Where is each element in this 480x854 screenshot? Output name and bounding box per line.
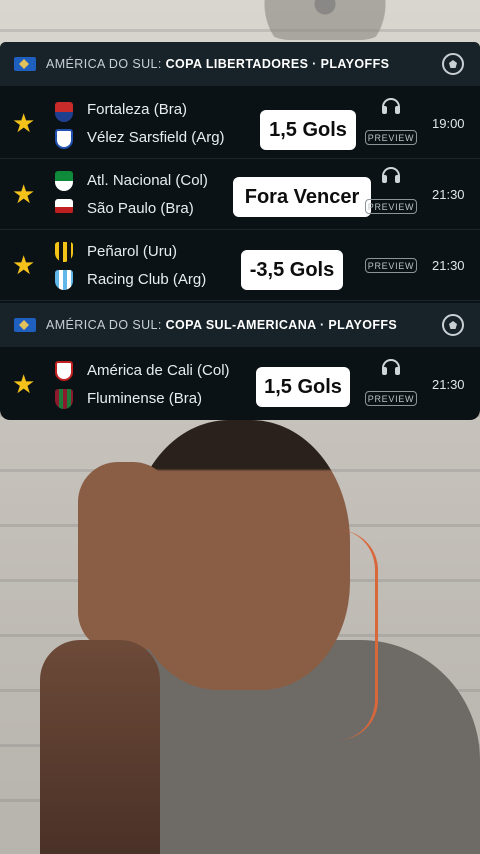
match-row[interactable]: ★ Atl. Nacional (Col) São Paulo (Bra) Fo… [0,159,480,230]
team-crest-icon [55,361,73,381]
star-icon[interactable]: ★ [12,110,35,136]
league-region: AMÉRICA DO SUL: [46,318,162,332]
home-team: Peñarol (Uru) [87,243,178,260]
league-header-libertadores[interactable]: AMÉRICA DO SUL: COPA LIBERTADORES · PLAY… [0,42,480,86]
preview-button[interactable]: PREVIEW [365,130,417,145]
soccer-ball-icon[interactable] [442,314,464,336]
team-crest-icon [55,389,73,409]
earphone-cable [330,530,378,740]
away-team: Racing Club (Arg) [87,271,207,288]
league-title: AMÉRICA DO SUL: COPA SUL-AMERICANA · PLA… [46,318,397,332]
bet-tip-label: -3,5 Gols [241,250,343,290]
team-crest-icon [55,129,73,149]
bet-tip-label: Fora Vencer [233,177,371,217]
fixtures-panel: AMÉRICA DO SUL: COPA LIBERTADORES · PLAY… [0,42,480,420]
away-team: Fluminense (Bra) [87,390,203,407]
team-crest-icon [55,171,73,191]
league-header-sul-americana[interactable]: AMÉRICA DO SUL: COPA SUL-AMERICANA · PLA… [0,303,480,347]
team-crest-icon [55,242,73,262]
league-name: COPA SUL-AMERICANA · PLAYOFFS [165,318,398,332]
league-name: COPA LIBERTADORES · PLAYOFFS [165,57,390,71]
league-region: AMÉRICA DO SUL: [46,57,162,71]
preview-button[interactable]: PREVIEW [365,391,417,406]
match-time: 21:30 [432,258,465,273]
preview-button[interactable]: PREVIEW [365,199,417,214]
team-crest-icon [55,199,73,219]
away-team: São Paulo (Bra) [87,200,194,217]
headphones-icon[interactable] [382,359,400,375]
away-team: Vélez Sarsfield (Arg) [87,129,225,146]
headphones-icon[interactable] [382,167,400,183]
person-hand [78,462,173,652]
match-time: 21:30 [432,187,465,202]
soccer-ball-icon[interactable] [442,53,464,75]
person-arm [40,640,160,854]
league-title: AMÉRICA DO SUL: COPA LIBERTADORES · PLAY… [46,57,389,71]
preview-button[interactable]: PREVIEW [365,258,417,273]
team-crest-icon [55,102,73,122]
match-row[interactable]: ★ Fortaleza (Bra) Vélez Sarsfield (Arg) … [0,88,480,159]
bet-tip-label: 1,5 Gols [256,367,350,407]
star-icon[interactable]: ★ [12,181,35,207]
match-row[interactable]: ★ Peñarol (Uru) Racing Club (Arg) -3,5 G… [0,230,480,301]
match-time: 19:00 [432,116,465,131]
star-icon[interactable]: ★ [12,371,35,397]
home-team: Atl. Nacional (Col) [87,172,208,189]
home-team: Fortaleza (Bra) [87,101,188,118]
star-icon[interactable]: ★ [12,252,35,278]
flag-icon [14,318,36,332]
ceiling-fan [250,0,400,40]
bet-tip-label: 1,5 Gols [260,110,356,150]
team-crest-icon [55,270,73,290]
match-row[interactable]: ★ América de Cali (Col) Fluminense (Bra)… [0,349,480,419]
headphones-icon[interactable] [382,98,400,114]
home-team: América de Cali (Col) [87,362,230,379]
flag-icon [14,57,36,71]
match-time: 21:30 [432,377,465,392]
